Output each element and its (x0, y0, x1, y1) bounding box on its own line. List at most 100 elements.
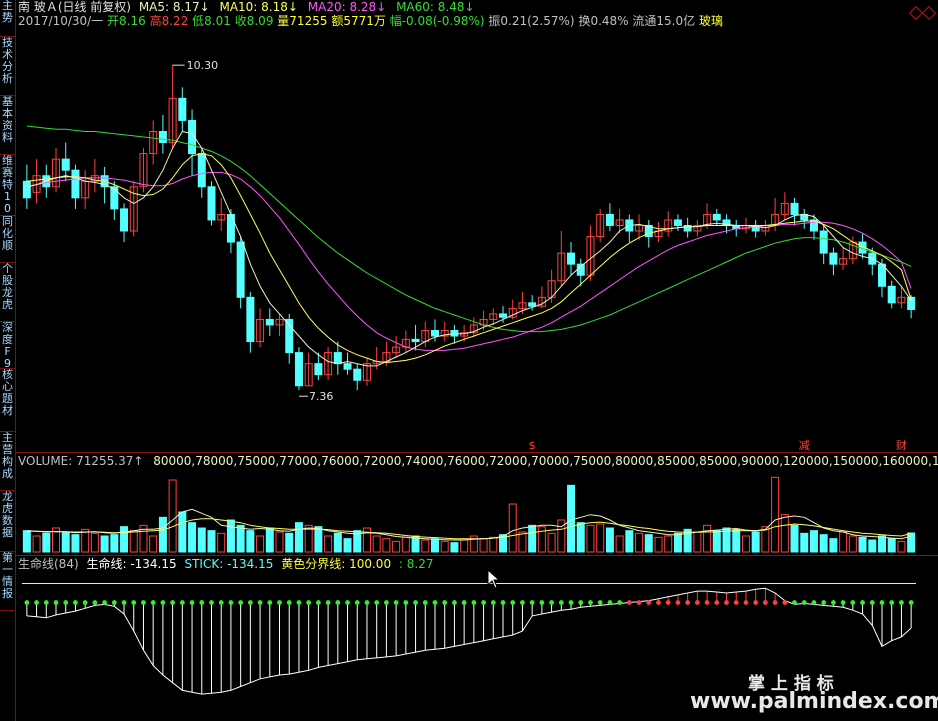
volume-bar (430, 538, 439, 553)
volume-bar (275, 531, 284, 553)
volume-chart[interactable] (16, 468, 938, 554)
volume-bar (809, 530, 818, 553)
signal-dot (724, 600, 729, 605)
signal-dot (772, 600, 778, 605)
quote-high: 高8.22 (149, 14, 189, 28)
signal-dot (238, 600, 244, 605)
low-price-label: 7.36 (309, 390, 334, 403)
volume-bar (440, 540, 449, 553)
side-tab-1[interactable]: 技术分析 (0, 37, 15, 96)
price-chart[interactable]: 10.30 7.36 $ 减 财 (16, 28, 938, 452)
signal-dot (529, 600, 535, 605)
signal-dot (471, 600, 477, 605)
signal-dot (869, 600, 875, 605)
volume-bar (100, 535, 109, 553)
side-tab-8[interactable]: 主营构成 (0, 432, 15, 491)
volume-bar (265, 527, 274, 553)
mouse-cursor-icon (487, 569, 501, 589)
ma10-line (26, 153, 912, 364)
signal-dot (452, 600, 457, 605)
volume-bar (858, 536, 867, 553)
signal-dot (209, 600, 214, 605)
yellow-line-value: 黄色分界线: 100.00 (281, 557, 392, 571)
candle-body (197, 153, 206, 188)
volume-bar (401, 536, 410, 553)
volume-bar (741, 535, 750, 553)
ma60-label: MA60: 8.48↓ (396, 0, 475, 14)
signal-dot (218, 600, 224, 605)
volume-bar (168, 479, 177, 553)
signal-dot (908, 600, 914, 605)
signal-dot (860, 600, 865, 605)
side-tab-4[interactable]: 同化顺 (0, 216, 15, 263)
signal-dot (617, 600, 623, 605)
signal-dot (364, 600, 370, 605)
volume-bar (625, 530, 634, 553)
volume-bar (149, 535, 158, 553)
side-tab-9[interactable]: 龙虎数据 (0, 491, 15, 552)
signal-dot (384, 600, 389, 605)
volume-bar (771, 476, 780, 553)
quote-amount: 额5771万 (331, 14, 386, 28)
signal-dot (694, 600, 700, 605)
stick-value: STICK: -134.15 (184, 557, 274, 571)
signal-dot (53, 600, 59, 605)
signal-dot (597, 600, 603, 605)
volume-bar (450, 542, 459, 553)
signal-dot (879, 600, 885, 605)
candle-body (120, 208, 129, 232)
side-tab-2[interactable]: 基本资料 (0, 96, 15, 155)
volume-bar (207, 530, 216, 553)
volume-bar (877, 535, 886, 553)
candle-body (207, 186, 216, 221)
volume-bar (576, 522, 585, 553)
volume-header: VOLUME: 71255.37↑ 80000,78000,75000,7700… (18, 454, 938, 468)
window-flag-icon-2[interactable] (921, 5, 937, 21)
event-marker: 财 (896, 438, 907, 452)
side-tab-7[interactable]: 核心题材 (0, 369, 15, 432)
side-tab-6[interactable]: 深度F9 (0, 322, 15, 369)
candle-body (673, 219, 682, 226)
quote-low: 低8.01 (192, 14, 231, 28)
side-tab-3[interactable]: 维赛特10 (0, 155, 15, 216)
candle-body (343, 363, 352, 370)
volume-bar (732, 528, 741, 553)
signal-dot (228, 600, 234, 605)
quote-float: 流通15.0亿 (632, 14, 696, 28)
signal-dot (24, 600, 30, 605)
signal-dot (811, 600, 817, 605)
ma20-line (26, 171, 912, 351)
candle-body (353, 368, 362, 381)
event-marker: $ (529, 439, 536, 452)
signal-dot (442, 600, 448, 605)
signal-dot (345, 600, 350, 605)
candle-body (430, 330, 439, 337)
signal-dot (549, 600, 554, 605)
volume-bar (664, 535, 673, 553)
volume-bar (285, 532, 294, 553)
signal-dot (520, 600, 525, 605)
candle-body (829, 252, 838, 265)
volume-bar (110, 534, 119, 553)
candle-body (450, 330, 459, 337)
volume-bar (32, 535, 41, 553)
stock-chart-window: 主势 技术分析 基本资料 维赛特10 同化顺 个股龙虎 深度F9 核心题材 主营… (0, 0, 938, 721)
volume-bar (615, 535, 624, 553)
signal-dot (422, 600, 428, 605)
signal-dot (626, 600, 632, 605)
volume-value: VOLUME: 71255.37↑ (18, 454, 144, 468)
volume-bar (596, 523, 605, 553)
side-tab-10[interactable]: 第一情报 (0, 552, 15, 611)
signal-dot (656, 600, 661, 605)
separator-line-2 (16, 555, 938, 556)
signal-dot (121, 600, 127, 605)
volume-bar (780, 514, 789, 553)
quote-date: 2017/10/30/一 (18, 14, 104, 28)
quote-change: 幅-0.08(-0.98%) (389, 14, 485, 28)
lifeline-header: 生命线(84) 生命线: -134.15 STICK: -134.15 黄色分界… (18, 557, 434, 571)
side-tab-5[interactable]: 个股龙虎 (0, 263, 15, 322)
signal-dot (665, 600, 671, 605)
candle-body (528, 302, 537, 307)
side-tab-0[interactable]: 主势 (0, 0, 15, 37)
volume-bar (362, 527, 371, 553)
